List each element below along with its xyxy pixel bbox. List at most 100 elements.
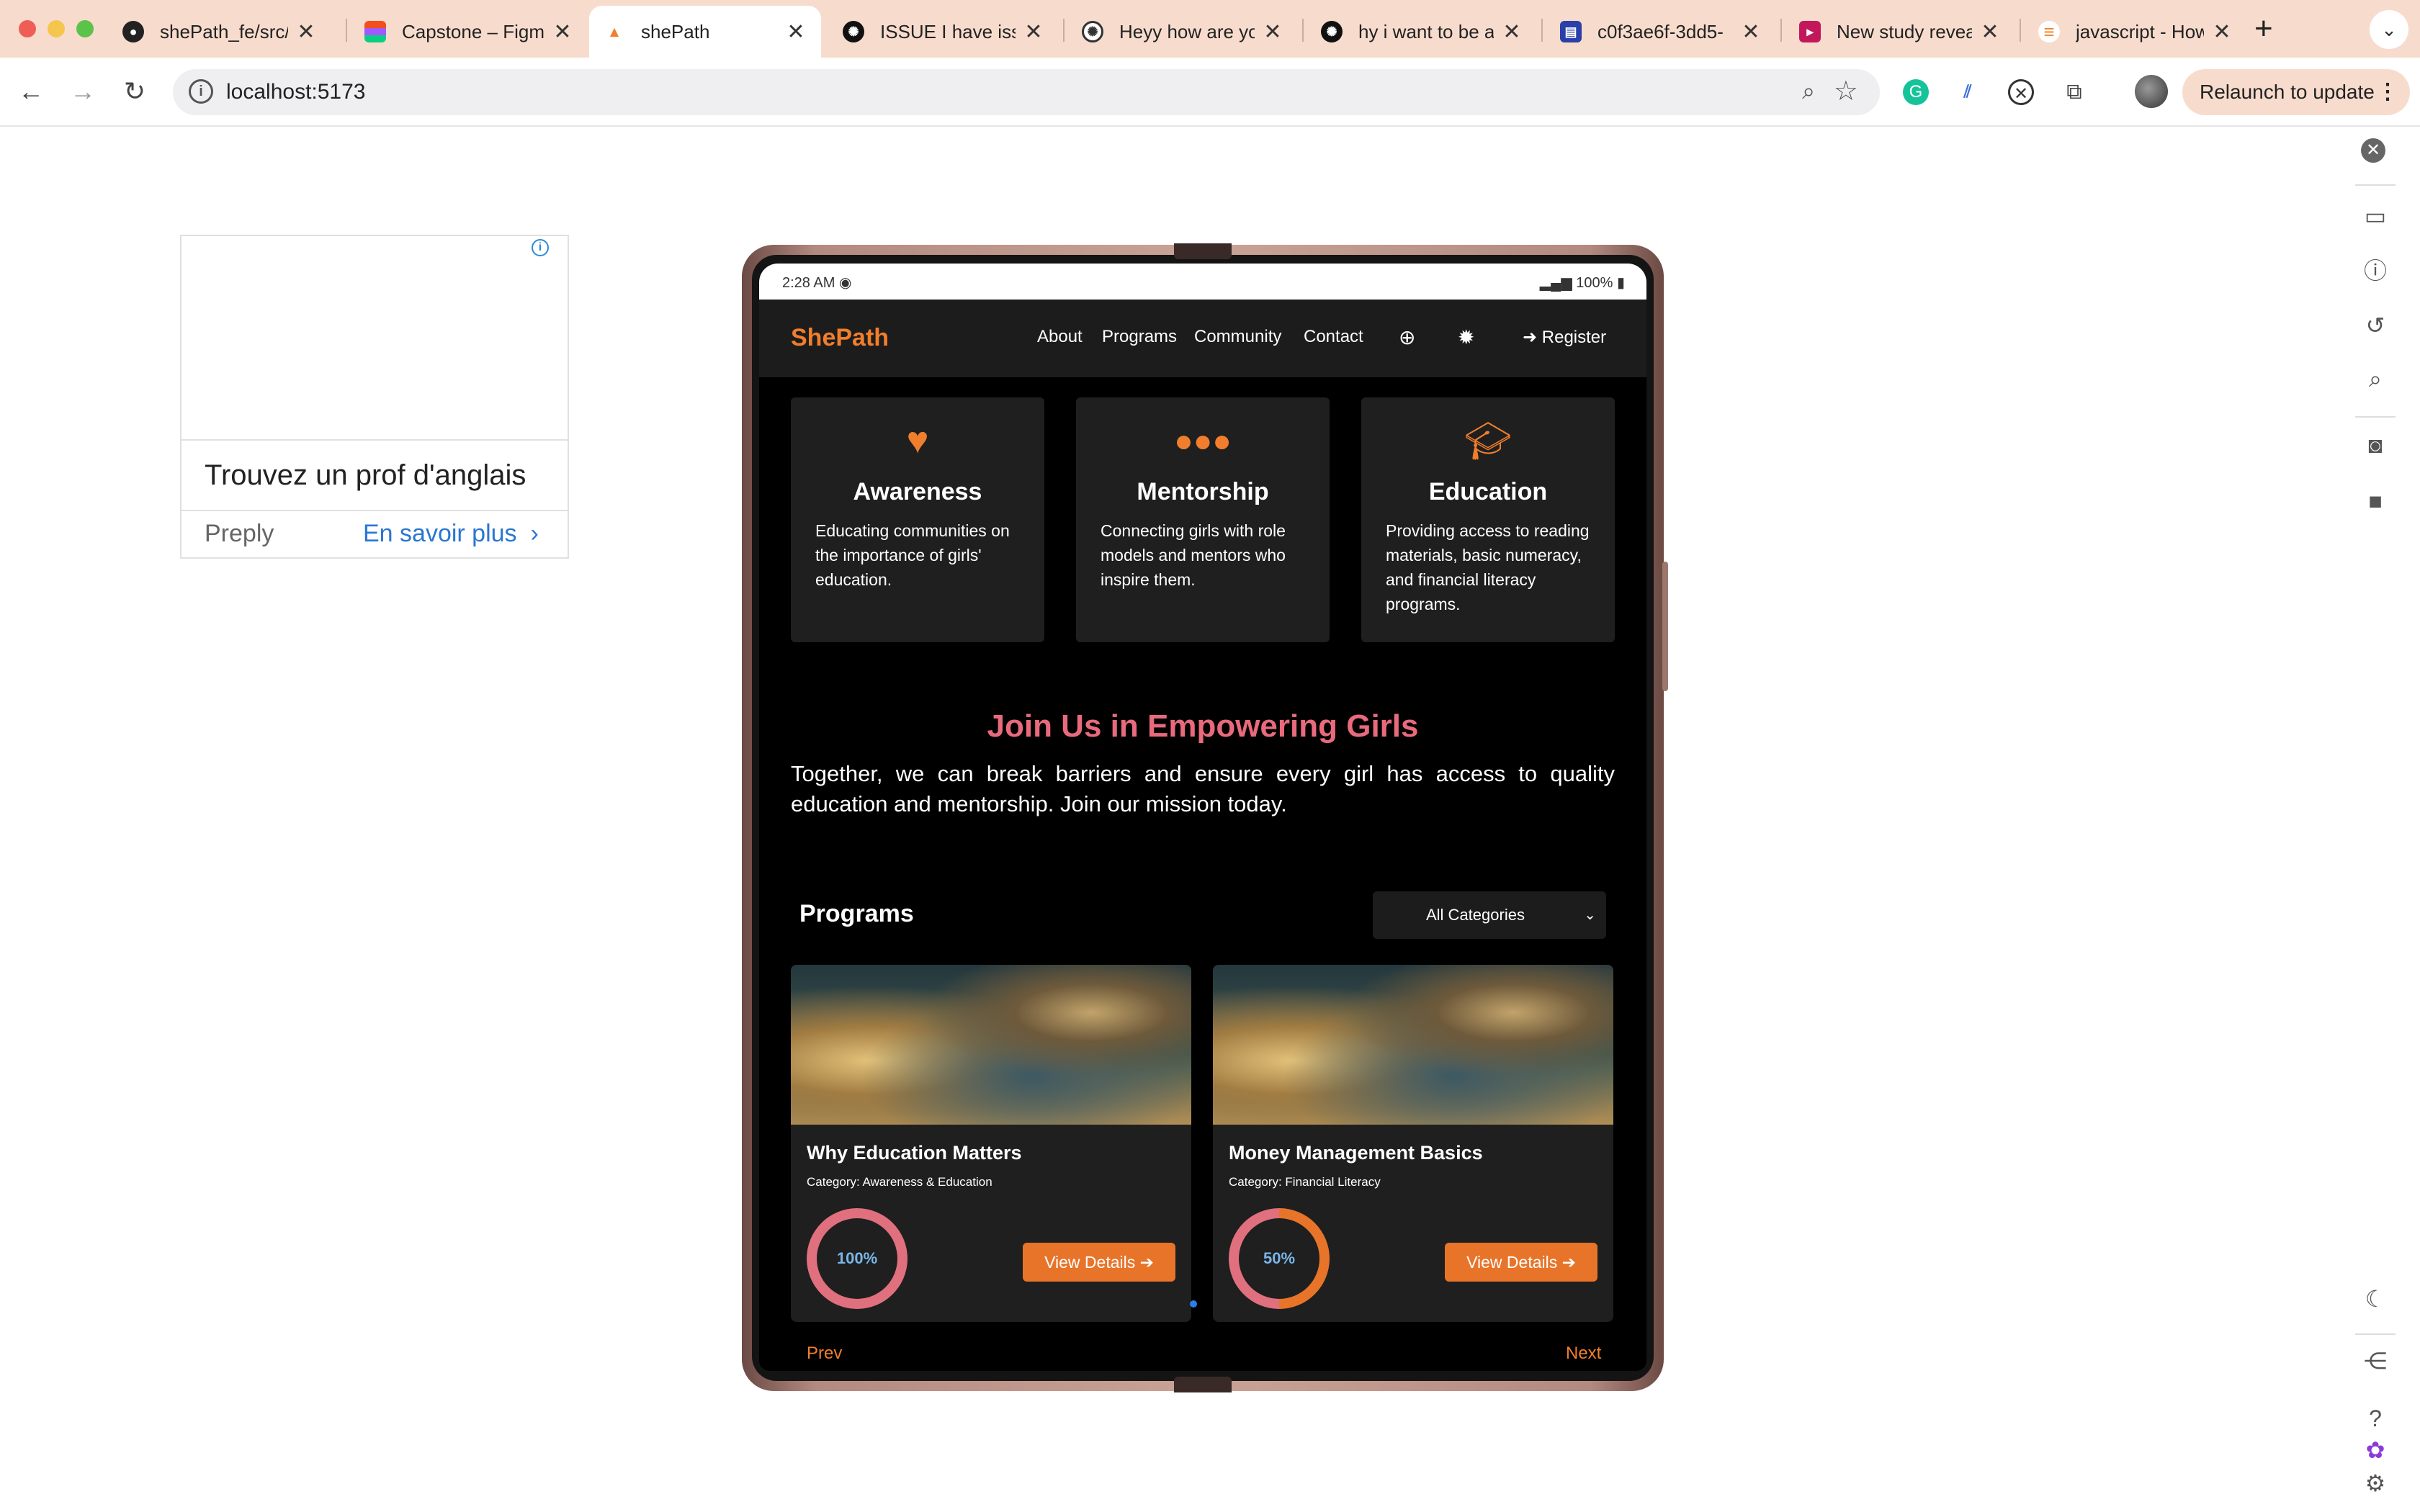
minimize-window-button[interactable] bbox=[48, 20, 65, 37]
register-button[interactable]: ➜ Register bbox=[1523, 327, 1606, 348]
rotate-icon[interactable]: ↺ bbox=[2361, 311, 2390, 340]
browser-tab-bar: ● shePath_fe/src/c ✕ Capstone – Figm ✕ ▴… bbox=[0, 0, 2420, 58]
site-info-icon[interactable]: i bbox=[189, 79, 213, 104]
heart-icon: ♥ bbox=[906, 420, 929, 462]
close-tab-icon[interactable]: ✕ bbox=[295, 19, 317, 45]
program-card: Why Education Matters Category: Awarenes… bbox=[791, 965, 1191, 1322]
category-select[interactable]: All Categories ⌄ bbox=[1373, 891, 1606, 939]
site-navbar: ShePath About Programs Community Contact… bbox=[759, 300, 1646, 377]
ad-choices-icon[interactable]: i bbox=[532, 239, 549, 256]
device-toggle-icon[interactable]: ▭ bbox=[2361, 202, 2390, 230]
close-devtools-icon[interactable]: ✕ bbox=[2361, 138, 2385, 163]
nav-link-about[interactable]: About bbox=[1037, 327, 1083, 347]
browser-tab[interactable]: Capstone – Figm ✕ bbox=[350, 6, 588, 58]
reload-button[interactable]: ↻ bbox=[117, 73, 153, 109]
view-details-button[interactable]: View Details ➔ bbox=[1023, 1243, 1175, 1282]
nav-link-contact[interactable]: Contact bbox=[1304, 327, 1363, 347]
prev-button[interactable]: Prev bbox=[807, 1344, 842, 1364]
ad-image-area: i bbox=[182, 236, 568, 441]
close-tab-icon[interactable]: ✕ bbox=[785, 19, 807, 45]
screenshot-camera-icon[interactable]: ◙ bbox=[2361, 431, 2390, 459]
device-hinge-top bbox=[1174, 243, 1232, 259]
maximize-window-button[interactable] bbox=[76, 20, 94, 37]
browser-tab[interactable]: ● shePath_fe/src/c ✕ bbox=[108, 6, 331, 58]
graduation-cap-icon: 🎓︎ bbox=[1464, 420, 1512, 462]
extensions-puzzle-icon[interactable]: ⧉ bbox=[2061, 79, 2087, 105]
browser-tab[interactable]: ✺ hy i want to be a ✕ bbox=[1307, 6, 1537, 58]
close-tab-icon[interactable]: ✕ bbox=[1979, 19, 2001, 45]
ad-headline[interactable]: Trouvez un prof d'anglais bbox=[182, 441, 568, 511]
ad-footer: Preply En savoir plus › bbox=[182, 511, 568, 557]
tab-search-button[interactable]: ⌄ bbox=[2370, 10, 2408, 49]
status-time: 2:28 AM bbox=[782, 275, 835, 291]
feature-card-mentorship: ●●● Mentorship Connecting girls with rol… bbox=[1076, 397, 1330, 642]
close-tab-icon[interactable]: ✕ bbox=[1740, 19, 1762, 45]
device-side-button bbox=[1662, 562, 1668, 691]
grammarly-icon[interactable]: G bbox=[1903, 79, 1929, 105]
browser-tab[interactable]: ▸ New study revea ✕ bbox=[1785, 6, 2015, 58]
more-menu-icon[interactable]: ⋮ bbox=[2377, 69, 2398, 115]
analytics-extension-icon[interactable]: ⫽ bbox=[1955, 79, 1981, 105]
status-battery: 100% bbox=[1576, 275, 1613, 291]
blocker-extension-icon[interactable]: ✕ bbox=[2008, 79, 2034, 105]
theme-sun-icon[interactable]: ✹ bbox=[1458, 325, 1474, 349]
ad-banner[interactable]: i Trouvez un prof d'anglais Preply En sa… bbox=[180, 235, 569, 559]
shepath-icon: ▴ bbox=[604, 21, 625, 42]
video-record-icon[interactable]: ■ bbox=[2361, 487, 2390, 516]
stackoverflow-icon: ≡ bbox=[2038, 21, 2060, 42]
nav-link-programs[interactable]: Programs bbox=[1102, 327, 1177, 347]
arrow-right-icon: ➔ bbox=[1139, 1253, 1154, 1272]
zoom-new-icon[interactable]: ⌕ bbox=[2361, 364, 2390, 393]
url-text[interactable]: localhost:5173 bbox=[226, 80, 365, 104]
close-tab-icon[interactable]: ✕ bbox=[2211, 19, 2233, 45]
share-icon[interactable]: ⋲ bbox=[2361, 1346, 2390, 1375]
close-tab-icon[interactable]: ✕ bbox=[1501, 19, 1523, 45]
carousel-indicator[interactable] bbox=[1190, 1300, 1197, 1308]
join-heading: Join Us in Empowering Girls bbox=[987, 708, 1419, 744]
address-bar[interactable]: i localhost:5173 ⌕ ☆ bbox=[173, 69, 1880, 115]
chevron-down-icon: ⌄ bbox=[1584, 907, 1596, 923]
arrow-right-icon: ➔ bbox=[1561, 1253, 1576, 1272]
users-icon: ●●● bbox=[1174, 423, 1232, 459]
progress-ring: 50% bbox=[1229, 1208, 1330, 1309]
program-image bbox=[791, 965, 1191, 1125]
profile-avatar[interactable] bbox=[2135, 75, 2168, 108]
ai-brain-icon[interactable]: ✿ bbox=[2361, 1436, 2390, 1464]
info-icon[interactable]: ⓘ bbox=[2361, 256, 2390, 285]
help-icon[interactable]: ? bbox=[2361, 1404, 2390, 1433]
globe-icon[interactable]: ⊕ bbox=[1399, 325, 1415, 349]
back-button[interactable]: ← bbox=[13, 73, 49, 109]
nav-link-community[interactable]: Community bbox=[1194, 327, 1281, 347]
openai-icon: ✺ bbox=[843, 21, 864, 42]
browser-tab-active[interactable]: ▴ shePath ✕ bbox=[589, 6, 821, 58]
browser-tab[interactable]: ≡ javascript - How ✕ bbox=[2024, 6, 2247, 58]
feature-card-awareness: ♥ Awareness Educating communities on the… bbox=[791, 397, 1044, 642]
feature-card-education: 🎓︎ Education Providing access to reading… bbox=[1361, 397, 1615, 642]
close-tab-icon[interactable]: ✕ bbox=[552, 19, 573, 45]
new-tab-button[interactable]: + bbox=[2254, 10, 2273, 48]
dark-mode-moon-icon[interactable]: ☾ bbox=[2361, 1284, 2390, 1313]
close-window-button[interactable] bbox=[19, 20, 36, 37]
close-tab-icon[interactable]: ✕ bbox=[1262, 19, 1283, 45]
browser-tab[interactable]: ▤ c0f3ae6f-3dd5- ✕ bbox=[1546, 6, 1776, 58]
program-image bbox=[1213, 965, 1613, 1125]
bookmark-star-icon[interactable]: ☆ bbox=[1834, 75, 1858, 107]
browser-toolbar: ← → ↻ i localhost:5173 ⌕ ☆ G ⫽ ✕ ⧉ Relau… bbox=[0, 58, 2420, 127]
view-details-button[interactable]: View Details ➔ bbox=[1445, 1243, 1597, 1282]
ad-cta-link[interactable]: En savoir plus › bbox=[363, 520, 539, 548]
settings-gear-icon[interactable]: ⚙ bbox=[2361, 1469, 2390, 1498]
device-hinge-bottom bbox=[1174, 1377, 1232, 1392]
github-icon: ● bbox=[122, 21, 144, 42]
device-status-bar: 2:28 AM ◉ ▂▄▆ 100% ▮ bbox=[759, 264, 1646, 300]
ad-brand: Preply bbox=[205, 520, 274, 547]
relaunch-to-update-button[interactable]: Relaunch to update ⋮ bbox=[2182, 69, 2410, 115]
program-card: Money Management Basics Category: Financ… bbox=[1213, 965, 1613, 1322]
browser-tab[interactable]: ✺ Heyy how are yo ✕ bbox=[1067, 6, 1298, 58]
browser-tab[interactable]: ✺ ISSUE I have issu ✕ bbox=[828, 6, 1059, 58]
site-logo[interactable]: ShePath bbox=[791, 324, 889, 352]
next-button[interactable]: Next bbox=[1566, 1344, 1601, 1364]
openai-icon: ✺ bbox=[1321, 21, 1343, 42]
zoom-icon[interactable]: ⌕ bbox=[1802, 78, 1815, 105]
forward-button[interactable]: → bbox=[65, 73, 101, 109]
close-tab-icon[interactable]: ✕ bbox=[1023, 19, 1044, 45]
